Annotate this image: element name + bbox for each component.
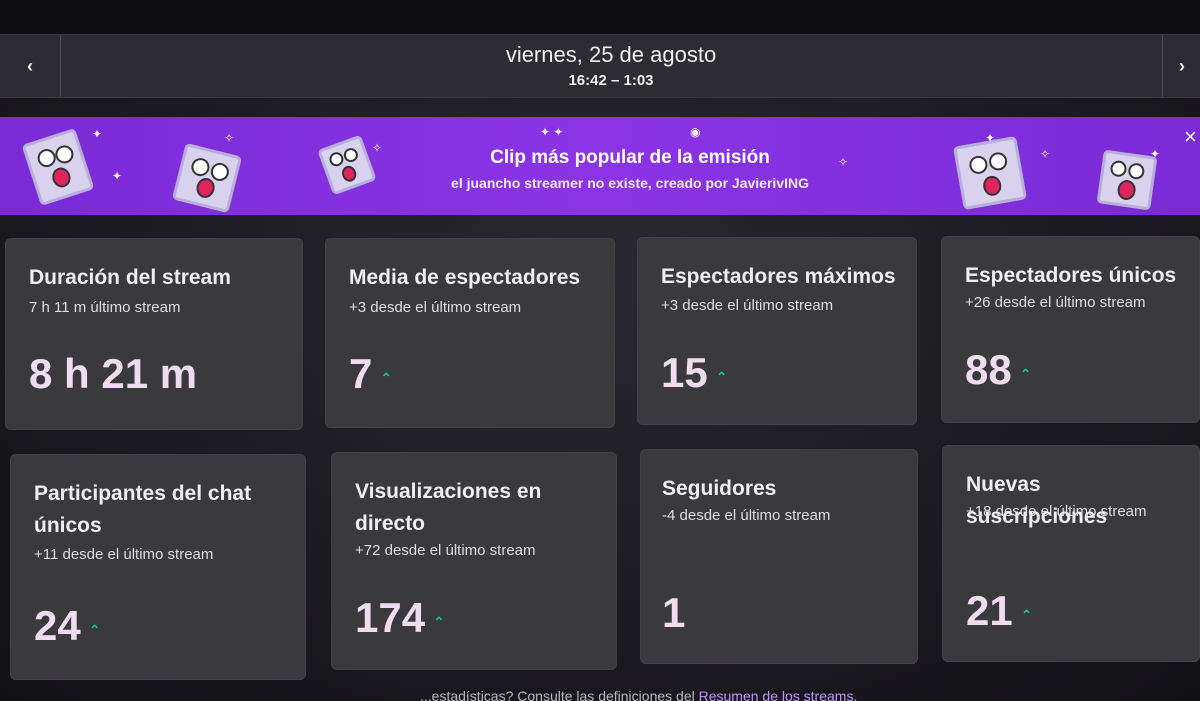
stat-title: Espectadores máximos — [661, 265, 896, 288]
mascot-icon — [21, 127, 95, 207]
stream-date: viernes, 25 de agosto — [505, 42, 717, 67]
sparkle-icon: ✧ — [1040, 147, 1051, 161]
stat-title: Seguidores — [662, 477, 777, 500]
mascot-icon — [171, 142, 243, 214]
top-clip-banner[interactable]: ✦ ✦ ✧ ✧ ✦ ✦ ◉ ✧ ✦ ✧ ✦ Clip más popular d… — [0, 117, 1200, 215]
stat-value: 21 ⌃ — [966, 587, 1032, 635]
chevron-right-icon: › — [1179, 55, 1185, 76]
stat-value-number: 15 — [661, 349, 708, 396]
stat-value-number: 174 — [355, 594, 426, 641]
trend-up-icon: ⌃ — [433, 613, 445, 630]
stat-card-followers: Seguidores -4 desde el último stream 1 — [640, 449, 918, 664]
next-stream-button[interactable]: › — [1162, 35, 1200, 97]
stat-value: 15 ⌃ — [661, 349, 727, 397]
sparkle-icon: ✦ — [112, 169, 123, 183]
trend-up-icon: ⌃ — [380, 369, 393, 386]
stat-title: Media de espectadores — [349, 266, 581, 289]
top-strip — [0, 0, 1200, 34]
stat-delta: +3 desde el último stream — [349, 299, 522, 316]
stat-value-number: 24 — [34, 602, 81, 649]
stat-card-peak-viewers: Espectadores máximos +3 desde el último … — [637, 237, 917, 425]
stat-value: 8 h 21 m — [29, 350, 197, 398]
stat-delta: 7 h 11 m último stream — [29, 299, 181, 316]
stat-delta: +3 desde el último stream — [661, 297, 834, 314]
stat-title: Duración del stream — [29, 266, 231, 289]
sparkle-icon: ✧ — [224, 131, 235, 145]
trend-up-icon: ⌃ — [1020, 606, 1033, 623]
stat-value-number: 8 h 21 m — [29, 350, 198, 397]
stat-card-new-subscriptions: Nuevas suscripciones +18 desde el último… — [942, 445, 1200, 662]
stream-time-range: 16:42 – 1:03 — [568, 72, 654, 89]
mascot-icon — [1096, 149, 1158, 211]
stat-value: 7 ⌃ — [349, 350, 392, 398]
sparkle-icon: ◉ — [690, 125, 701, 139]
stat-card-live-views: Visualizaciones en directo +72 desde el … — [331, 452, 617, 670]
date-navigation-bar: ‹ viernes, 25 de agosto 16:42 – 1:03 › — [0, 34, 1200, 98]
stat-title: Visualizaciones en directo — [355, 480, 542, 535]
previous-stream-button[interactable]: ‹ — [0, 35, 61, 97]
stat-delta: +11 desde el último stream — [34, 546, 214, 563]
stat-value-number: 21 — [966, 587, 1013, 634]
stat-card-chat-participants: Participantes del chat únicos +11 desde … — [10, 454, 306, 680]
mascot-icon — [952, 135, 1028, 211]
trend-up-icon: ⌃ — [1019, 365, 1032, 382]
clip-banner-subtitle: el juancho streamer no existe, creado po… — [451, 175, 809, 191]
stat-value: 1 — [662, 589, 685, 637]
stat-value: 88 ⌃ — [965, 346, 1031, 394]
stat-delta: -4 desde el último stream — [662, 507, 831, 524]
stat-delta: +18 desde el último stream — [966, 503, 1147, 520]
chevron-left-icon: ‹ — [27, 55, 33, 76]
stat-delta: +26 desde el último stream — [965, 294, 1146, 311]
clip-banner-title: Clip más popular de la emisión — [490, 147, 770, 168]
stat-value-number: 1 — [662, 589, 686, 636]
stat-value-number: 7 — [349, 350, 373, 397]
stat-value-number: 88 — [965, 346, 1012, 393]
stat-delta: +72 desde el último stream — [355, 542, 536, 559]
stat-card-duration: Duración del stream 7 h 11 m último stre… — [5, 238, 303, 430]
stat-title: Espectadores únicos — [965, 264, 1177, 287]
close-banner-button[interactable]: × — [1184, 126, 1197, 148]
stats-help-footer: ...estadísticas? Consulte las definicion… — [420, 688, 857, 701]
stat-card-avg-viewers: Media de espectadores +3 desde el último… — [325, 238, 615, 428]
trend-up-icon: ⌃ — [715, 368, 728, 385]
sparkle-icon: ✦ — [985, 131, 996, 145]
trend-up-icon: ⌃ — [88, 621, 101, 638]
stat-title: Nuevas suscripciones — [966, 473, 1108, 528]
stream-summary-screen: ‹ viernes, 25 de agosto 16:42 – 1:03 › ✦… — [0, 0, 1200, 701]
stat-value: 24 ⌃ — [34, 602, 100, 650]
stat-card-unique-viewers: Espectadores únicos +26 desde el último … — [941, 236, 1200, 423]
stat-value: 174 ⌃ — [355, 594, 445, 642]
sparkle-icon: ✦ ✦ — [540, 125, 564, 139]
stream-summary-definitions-link[interactable]: Resumen de los streams. — [699, 688, 858, 701]
footer-text: ...estadísticas? Consulte las definicion… — [420, 688, 699, 701]
stat-title: Participantes del chat únicos — [34, 482, 252, 537]
sparkle-icon: ✦ — [92, 127, 103, 141]
sparkle-icon: ✦ — [1150, 147, 1161, 161]
